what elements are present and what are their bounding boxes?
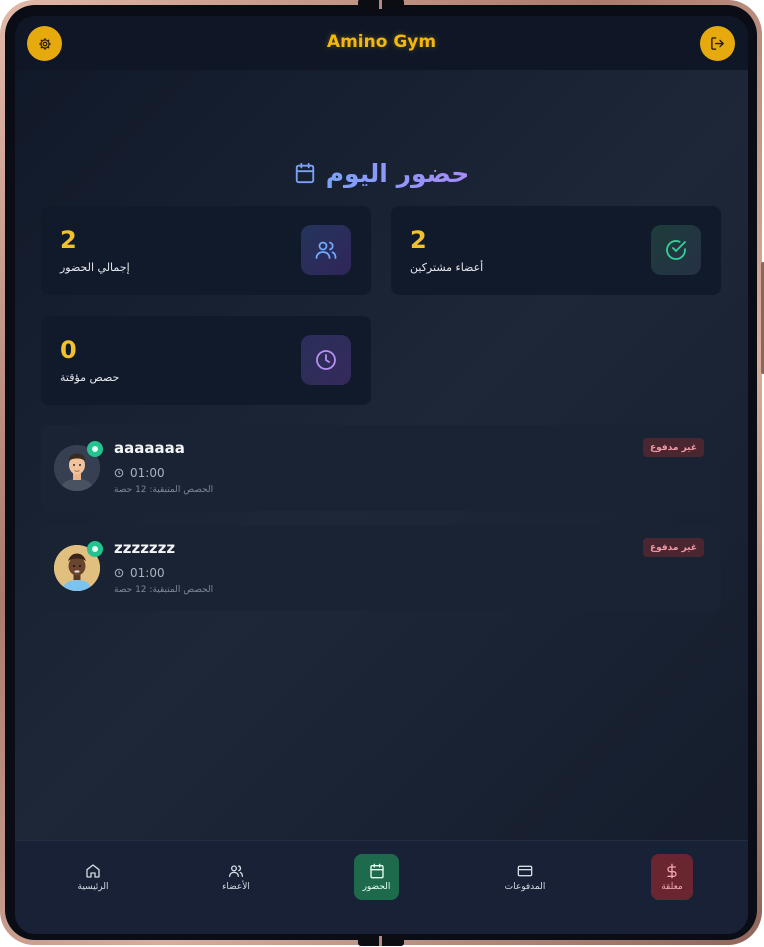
- stat-card-subscribed-members: 2 أعضاء مشتركين: [391, 206, 721, 295]
- remaining-sessions: الحصص المتبقية: 12 حصة: [114, 485, 214, 495]
- nav-home-label: الرئيسية: [77, 881, 109, 892]
- check-in-time: 01:00: [114, 566, 165, 580]
- stat-icon-box: [301, 225, 351, 275]
- nav-home[interactable]: الرئيسية: [70, 854, 116, 900]
- member-name: zzzzzzz: [114, 539, 176, 557]
- clock-icon: [114, 568, 124, 578]
- users-icon: [315, 241, 337, 259]
- nav-members-label: الأعضاء: [222, 881, 250, 892]
- stat-icon-box: [651, 225, 701, 275]
- check-in-time: 01:00: [114, 466, 165, 480]
- app-header: Amino Gym: [15, 16, 748, 70]
- stat-value: 2: [60, 226, 77, 254]
- online-indicator: [87, 541, 103, 557]
- nav-pending[interactable]: معلقة: [651, 854, 693, 900]
- attendance-card[interactable]: zzzzzzz 01:00 الحصص المتبقية: 12 حصة غير…: [41, 525, 721, 611]
- stat-label: إجمالي الحضور: [60, 261, 130, 274]
- payment-status-badge: غير مدفوع: [643, 538, 705, 557]
- clock-icon: [114, 468, 124, 478]
- app-screen: Amino Gym حضور اليوم 2 إجمالي الحضور 2 أ…: [15, 16, 748, 934]
- credit-card-icon: [517, 865, 533, 876]
- stat-icon-box: [301, 335, 351, 385]
- stat-value: 0: [60, 336, 77, 364]
- device-frame: Amino Gym حضور اليوم 2 إجمالي الحضور 2 أ…: [0, 0, 764, 946]
- dollar-icon: [667, 863, 677, 878]
- stat-card-total-attendance: 2 إجمالي الحضور: [41, 206, 371, 295]
- time-value: 01:00: [130, 566, 165, 580]
- home-icon: [86, 863, 100, 878]
- payment-status-badge: غير مدفوع: [643, 438, 705, 457]
- hinge-bottom: [358, 936, 404, 946]
- app-title: Amino Gym: [326, 32, 437, 52]
- calendar-icon: [369, 863, 384, 878]
- member-name: aaaaaaa: [114, 439, 185, 457]
- bottom-navigation: الرئيسية الأعضاء الحضور المدفوعات معلقة: [15, 840, 748, 934]
- calendar-icon: [295, 162, 314, 184]
- stat-card-temporary-sessions: 0 حصص مؤقتة: [41, 316, 371, 405]
- page-title-row: حضور اليوم: [15, 157, 748, 189]
- nav-attendance-label: الحضور: [362, 881, 391, 892]
- clock-icon: [316, 350, 336, 370]
- hinge-top: [358, 0, 404, 9]
- stat-label: أعضاء مشتركين: [410, 261, 484, 274]
- nav-payments-label: المدفوعات: [504, 881, 546, 892]
- check-circle-icon: [666, 240, 686, 260]
- stat-label: حصص مؤقتة: [60, 371, 120, 384]
- nav-attendance[interactable]: الحضور: [354, 854, 399, 900]
- time-value: 01:00: [130, 466, 165, 480]
- stat-value: 2: [410, 226, 427, 254]
- logout-icon: [711, 37, 724, 50]
- remaining-sessions: الحصص المتبقية: 12 حصة: [114, 585, 214, 595]
- attendance-card[interactable]: aaaaaaa 01:00 الحصص المتبقية: 12 حصة غير…: [41, 425, 721, 511]
- users-icon: [229, 864, 243, 877]
- page-title: حضور اليوم: [325, 158, 470, 188]
- nav-payments[interactable]: المدفوعات: [502, 854, 548, 900]
- nav-pending-label: معلقة: [661, 881, 683, 892]
- nav-members[interactable]: الأعضاء: [213, 854, 259, 900]
- logout-button[interactable]: [700, 26, 735, 61]
- online-indicator: [87, 441, 103, 457]
